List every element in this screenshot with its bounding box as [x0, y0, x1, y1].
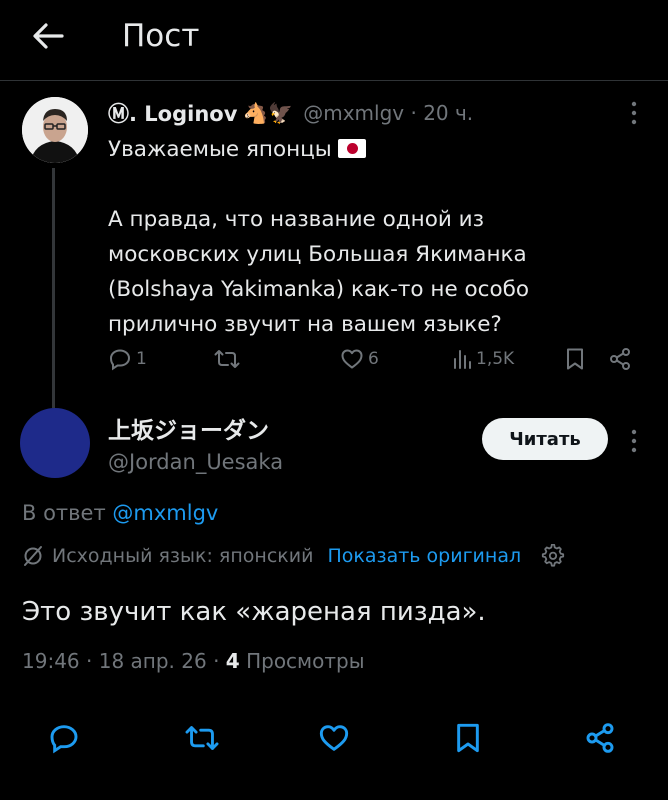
post-time[interactable]: 20 ч.: [423, 101, 473, 125]
reply-button[interactable]: 1: [108, 344, 147, 374]
reply-author-name[interactable]: 上坂ジョーダン: [108, 416, 269, 446]
replying-to: В ответ @mxmlgv: [22, 498, 218, 528]
reply-icon: [109, 349, 131, 371]
like-button[interactable]: [316, 720, 352, 756]
reply-author-handle[interactable]: @Jordan_Uesaka: [108, 448, 283, 476]
reply-icon: [50, 725, 78, 754]
reply-time[interactable]: 19:46: [22, 649, 80, 673]
header-divider: [0, 80, 668, 81]
share-icon: [610, 348, 630, 370]
meta-separator: ·: [213, 649, 220, 673]
avatar[interactable]: [22, 97, 88, 163]
author-handle[interactable]: @mxmlgv: [303, 101, 404, 125]
page-title: Пост: [122, 18, 200, 54]
meta-separator: ·: [86, 649, 93, 673]
name-emojis: 🐴🦅: [243, 101, 294, 125]
post-text: Уважаемые японцы А правда, что название …: [108, 132, 608, 342]
translation-row: Исходный язык: японский Показать оригина…: [22, 540, 565, 572]
reply-text: Это звучит как «жареная пизда».: [22, 597, 486, 627]
share-icon: [586, 723, 614, 753]
heart-icon: [341, 349, 363, 369]
follow-button[interactable]: Читать: [482, 418, 608, 460]
author-name[interactable]: Ⓜ. Loginov: [108, 98, 237, 128]
like-count: 6: [368, 349, 379, 369]
views-count: 4: [225, 649, 240, 673]
parent-post-header: Ⓜ. Loginov 🐴🦅 @mxmlgv · 20 ч.: [108, 98, 473, 128]
greeting-text: Уважаемые японцы: [108, 137, 332, 162]
avatar[interactable]: [20, 408, 90, 478]
views-button[interactable]: 1,5K: [452, 344, 514, 374]
more-options-icon[interactable]: [622, 100, 646, 126]
views-chart-icon: [454, 350, 471, 369]
heart-icon: [319, 725, 349, 751]
thread-line: [52, 168, 55, 408]
bookmark-icon: [457, 723, 479, 753]
reply-button[interactable]: [46, 720, 82, 756]
more-options-icon[interactable]: [622, 428, 646, 454]
bookmark-button[interactable]: [450, 720, 486, 756]
like-button[interactable]: 6: [340, 344, 379, 374]
post-meta: @mxmlgv · 20 ч.: [303, 101, 473, 125]
repost-button[interactable]: [214, 344, 240, 374]
share-button[interactable]: [582, 720, 618, 756]
views-label: Просмотры: [246, 649, 365, 673]
reply-meta: 19:46 · 18 апр. 26 · 4 Просмотры: [22, 646, 365, 676]
reply-count: 1: [136, 349, 147, 369]
replying-to-link[interactable]: @mxmlgv: [112, 501, 218, 525]
translation-label: Исходный язык: японский: [52, 545, 314, 567]
views-count: 1,5K: [476, 349, 515, 369]
post-body: А правда, что название одной из московск…: [108, 207, 530, 337]
share-button[interactable]: [608, 344, 632, 374]
reply-date[interactable]: 18 апр. 26: [99, 649, 207, 673]
repost-icon: [185, 726, 219, 750]
repost-icon: [214, 350, 240, 368]
meta-separator: ·: [410, 101, 417, 125]
repost-button[interactable]: [184, 720, 220, 756]
show-original-link[interactable]: Показать оригинал: [327, 545, 521, 567]
bookmark-button[interactable]: [564, 344, 586, 374]
back-arrow-icon[interactable]: [28, 16, 68, 56]
bookmark-icon: [567, 348, 583, 370]
gear-icon[interactable]: [541, 544, 565, 568]
translation-off-icon: [24, 546, 42, 566]
japan-flag-icon: [337, 139, 366, 158]
replying-prefix: В ответ: [22, 501, 106, 525]
